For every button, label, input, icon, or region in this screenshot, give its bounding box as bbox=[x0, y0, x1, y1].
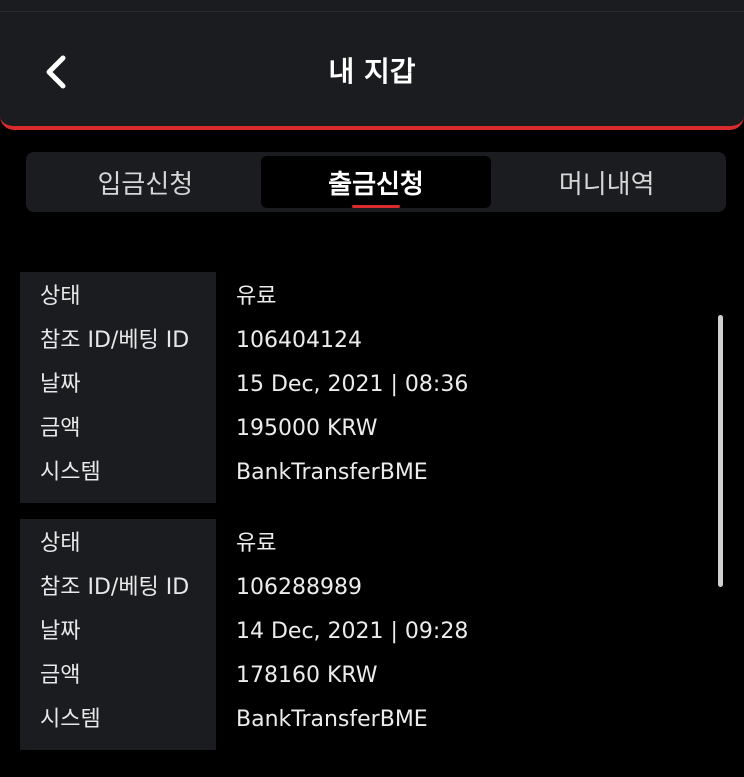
app-header: 내 지갑 bbox=[0, 12, 744, 130]
record-labels: 상태 참조 ID/베팅 ID 날짜 금액 시스템 bbox=[20, 272, 216, 503]
withdrawal-record: 상태 참조 ID/베팅 ID 날짜 금액 시스템 유료 106288989 14… bbox=[20, 519, 710, 750]
record-values: 유료 106404124 15 Dec, 2021 | 08:36 195000… bbox=[216, 272, 710, 503]
withdrawal-list: 상태 참조 ID/베팅 ID 날짜 금액 시스템 유료 106404124 15… bbox=[20, 272, 710, 766]
value-status: 유료 bbox=[236, 531, 277, 556]
tab-bar: 입금신청 출금신청 머니내역 bbox=[26, 152, 726, 212]
withdrawal-record: 상태 참조 ID/베팅 ID 날짜 금액 시스템 유료 106404124 15… bbox=[20, 272, 710, 503]
record-values: 유료 106288989 14 Dec, 2021 | 09:28 178160… bbox=[216, 519, 710, 750]
active-tab-indicator bbox=[352, 205, 400, 208]
value-system: BankTransferBME bbox=[236, 707, 428, 732]
page-title: 내 지갑 bbox=[328, 55, 416, 88]
status-strip bbox=[0, 0, 744, 12]
value-amount: 195000 KRW bbox=[236, 416, 378, 441]
value-ref-id: 106404124 bbox=[236, 328, 362, 353]
value-ref-id: 106288989 bbox=[236, 575, 362, 600]
label-ref-id: 참조 ID/베팅 ID bbox=[40, 575, 190, 600]
value-date: 14 Dec, 2021 | 09:28 bbox=[236, 619, 469, 644]
tab-label: 머니내역 bbox=[558, 169, 655, 200]
label-system: 시스템 bbox=[40, 460, 101, 485]
tab-withdraw-request[interactable]: 출금신청 bbox=[260, 156, 492, 208]
label-system: 시스템 bbox=[40, 707, 101, 732]
tab-label: 입금신청 bbox=[97, 169, 194, 200]
value-amount: 178160 KRW bbox=[236, 663, 378, 688]
label-status: 상태 bbox=[40, 531, 81, 556]
value-status: 유료 bbox=[236, 284, 277, 309]
tab-money-history[interactable]: 머니내역 bbox=[491, 156, 722, 208]
label-amount: 금액 bbox=[40, 663, 81, 688]
value-date: 15 Dec, 2021 | 08:36 bbox=[236, 372, 469, 397]
label-ref-id: 참조 ID/베팅 ID bbox=[40, 328, 190, 353]
label-status: 상태 bbox=[40, 284, 81, 309]
label-date: 날짜 bbox=[40, 619, 81, 644]
tab-label: 출금신청 bbox=[328, 169, 424, 200]
label-amount: 금액 bbox=[40, 416, 81, 441]
tab-deposit-request[interactable]: 입금신청 bbox=[30, 156, 261, 208]
value-system: BankTransferBME bbox=[236, 460, 428, 485]
record-labels: 상태 참조 ID/베팅 ID 날짜 금액 시스템 bbox=[20, 519, 216, 750]
label-date: 날짜 bbox=[40, 372, 81, 397]
scrollbar[interactable] bbox=[718, 315, 723, 587]
